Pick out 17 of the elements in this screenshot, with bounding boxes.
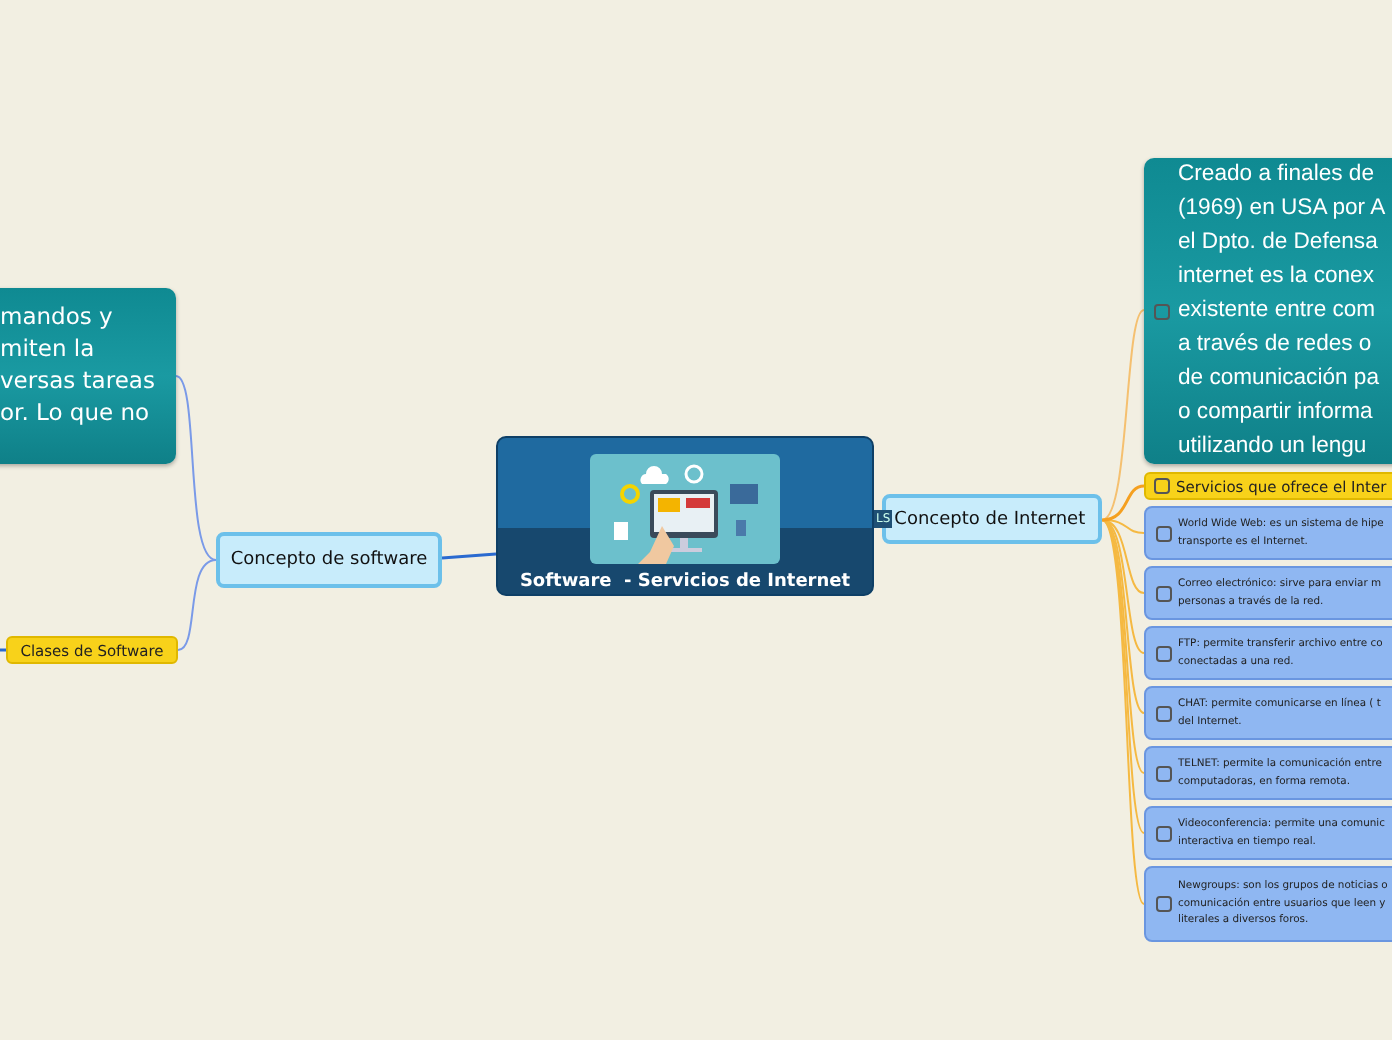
description-card: mandos y miten la versas tareas or. Lo que no bbox=[0, 288, 176, 464]
checkbox-icon[interactable] bbox=[1156, 525, 1172, 541]
checkbox-icon[interactable] bbox=[1156, 765, 1172, 781]
checkbox-icon[interactable] bbox=[1156, 585, 1172, 601]
checkbox-icon[interactable] bbox=[1156, 896, 1172, 912]
checkbox-icon[interactable] bbox=[1156, 825, 1172, 841]
checkbox-icon[interactable] bbox=[1156, 645, 1172, 661]
description-text: Creado a finales de (1969) en USA por A el Dpto. de Defensa internet es la conex existente entre com a través de redes o de comunicación pa o compartir informa utilizando un lengu bbox=[1178, 160, 1386, 462]
checkbox-icon[interactable] bbox=[1154, 478, 1170, 494]
connector-line bbox=[441, 552, 497, 560]
central-topic-node[interactable]: Software - Servicios de Internet bbox=[496, 436, 874, 596]
topic-label: Concepto de Internet bbox=[894, 509, 1086, 529]
central-topic-title: Software - Servicios de Internet bbox=[519, 572, 851, 592]
topic-node[interactable]: Concepto de software bbox=[216, 532, 442, 588]
connector-line bbox=[0, 648, 6, 652]
checkbox-icon[interactable] bbox=[1154, 303, 1170, 319]
checkbox-icon[interactable] bbox=[1156, 705, 1172, 721]
